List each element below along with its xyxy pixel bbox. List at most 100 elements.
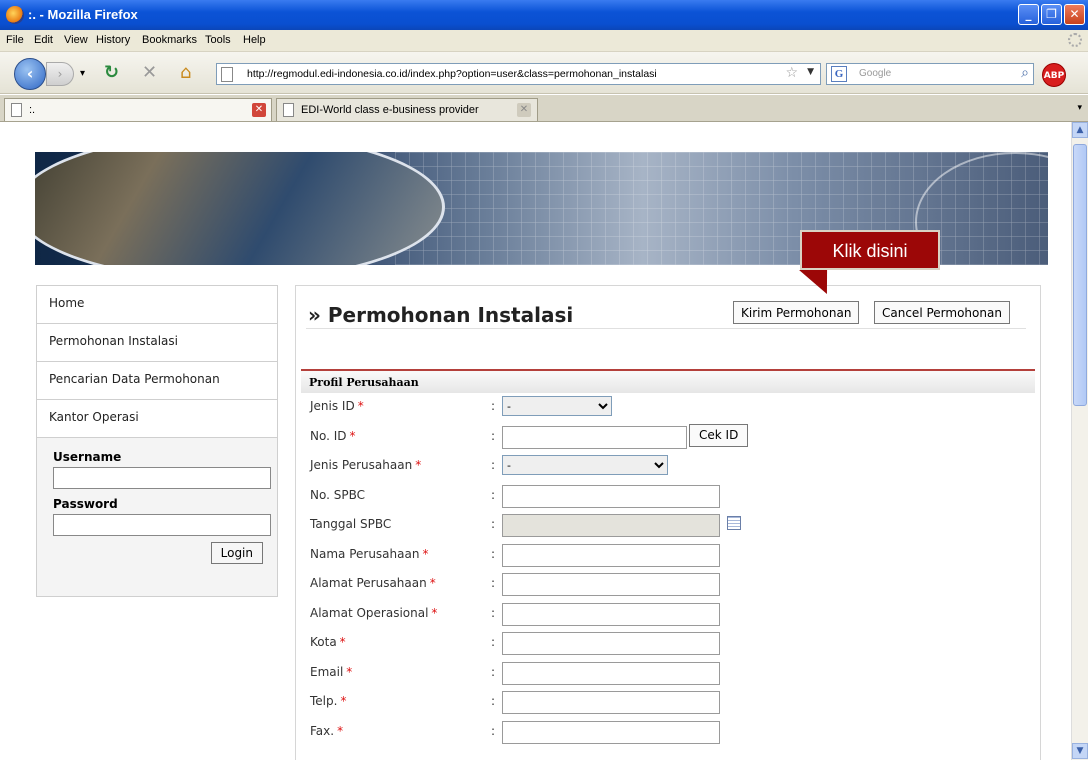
page-icon: [221, 67, 233, 82]
section-header: Profil Perusahaan: [301, 371, 1035, 393]
colon: :: [491, 635, 496, 649]
tab-label: EDI-World class e-business provider: [301, 104, 479, 116]
sidebar-item-home[interactable]: Home: [36, 285, 278, 323]
form-row: Kota *:: [301, 629, 1035, 659]
field-input[interactable]: [502, 514, 720, 537]
required-marker: *: [337, 723, 344, 738]
colon: :: [491, 605, 496, 620]
field-label: Jenis ID *: [310, 399, 364, 413]
field-label-text: Alamat Operasional: [310, 605, 429, 620]
page-icon: [11, 103, 22, 117]
field-label-text: Telp.: [310, 694, 338, 708]
menu-view[interactable]: View: [64, 34, 88, 46]
page-content: Home Permohonan Instalasi Pencarian Data…: [0, 122, 1071, 760]
menu-file[interactable]: File: [6, 34, 24, 46]
back-button[interactable]: ‹: [14, 58, 46, 90]
history-dropdown-icon[interactable]: ▾: [80, 68, 85, 79]
firefox-icon: [6, 6, 24, 24]
maximize-button[interactable]: ❐: [1041, 4, 1062, 25]
vertical-scrollbar[interactable]: ▲ ▼: [1071, 122, 1088, 760]
field-label-text: Jenis Perusahaan: [310, 458, 413, 472]
field-label: Fax. *: [310, 724, 343, 738]
stop-icon[interactable]: ✕: [142, 62, 157, 83]
field-input[interactable]: [502, 425, 687, 449]
field-input[interactable]: [502, 661, 720, 685]
field-label-text: No. SPBC: [310, 487, 365, 502]
field-label: Nama Perusahaan *: [310, 547, 428, 561]
colon: :: [491, 723, 496, 738]
home-icon[interactable]: ⌂: [180, 62, 191, 83]
sidebar-item-pencarian-data[interactable]: Pencarian Data Permohonan: [36, 361, 278, 399]
field-input[interactable]: [502, 602, 720, 626]
tab-edi[interactable]: EDI-World class e-business provider ✕: [276, 98, 538, 121]
bookmark-star-icon[interactable]: ☆: [785, 65, 798, 81]
close-tab-icon[interactable]: ✕: [252, 103, 266, 117]
callout-annotation: Klik disini: [800, 230, 940, 270]
menu-help[interactable]: Help: [243, 34, 266, 46]
required-marker: *: [431, 605, 438, 620]
field-label-text: Nama Perusahaan: [310, 546, 420, 561]
sidebar-item-permohonan-instalasi[interactable]: Permohonan Instalasi: [36, 323, 278, 361]
cancel-permohonan-button[interactable]: Cancel Permohonan: [874, 301, 1010, 324]
field-input[interactable]: [502, 691, 720, 714]
minimize-button[interactable]: _: [1018, 4, 1039, 25]
search-icon[interactable]: ⌕: [1021, 65, 1029, 81]
calendar-icon[interactable]: [727, 516, 741, 530]
field-label-text: Alamat Perusahaan: [310, 576, 427, 590]
tab-list-icon[interactable]: ▾: [1077, 103, 1082, 113]
field-input[interactable]: [502, 543, 720, 567]
field-input[interactable]: [502, 573, 720, 596]
menu-tools[interactable]: Tools: [205, 34, 231, 46]
page-title: » Permohonan Instalasi: [308, 303, 574, 327]
adblock-icon[interactable]: ABP: [1042, 63, 1066, 87]
scroll-down-icon[interactable]: ▼: [1072, 743, 1088, 759]
required-marker: *: [346, 664, 353, 679]
window-title-bar: :. - Mozilla Firefox _ ❐ ✕: [0, 0, 1088, 30]
field-label: Kota *: [310, 635, 346, 649]
kirim-permohonan-button[interactable]: Kirim Permohonan: [733, 301, 860, 324]
required-marker: *: [429, 576, 436, 590]
close-window-button[interactable]: ✕: [1064, 4, 1085, 25]
field-input[interactable]: [502, 720, 720, 744]
google-icon[interactable]: G: [831, 66, 847, 82]
menu-edit[interactable]: Edit: [34, 34, 53, 46]
login-button[interactable]: Login: [210, 542, 263, 564]
menu-bookmarks[interactable]: Bookmarks: [142, 34, 197, 46]
tab-label: :.: [29, 104, 36, 116]
required-marker: *: [340, 694, 347, 708]
search-placeholder: Google: [859, 68, 892, 79]
url-bar[interactable]: http://regmodul.edi-indonesia.co.id/inde…: [216, 63, 821, 85]
url-dropdown-icon[interactable]: ▼: [807, 67, 814, 77]
required-marker: *: [415, 458, 422, 472]
username-label: Username: [53, 450, 122, 464]
close-tab-icon[interactable]: ✕: [517, 103, 531, 117]
form-row: Telp. *:: [301, 688, 1035, 718]
field-input[interactable]: [502, 484, 720, 508]
field-select[interactable]: -: [502, 455, 668, 475]
field-input[interactable]: [502, 632, 720, 655]
field-select[interactable]: -: [502, 396, 612, 416]
field-label: Email *: [310, 665, 352, 679]
cek-id-button[interactable]: Cek ID: [689, 423, 749, 447]
colon: :: [491, 664, 496, 679]
required-marker: *: [339, 635, 346, 649]
username-input[interactable]: [53, 467, 271, 489]
field-label-text: Fax.: [310, 723, 335, 738]
sidebar: Home Permohonan Instalasi Pencarian Data…: [36, 285, 278, 597]
sidebar-item-kantor-operasi[interactable]: Kantor Operasi: [36, 399, 278, 437]
forward-button[interactable]: ›: [46, 62, 74, 86]
scroll-up-icon[interactable]: ▲: [1072, 122, 1088, 138]
search-bar[interactable]: G Google ⌕: [826, 63, 1034, 85]
reload-icon[interactable]: ↻: [104, 62, 119, 83]
colon: :: [491, 428, 496, 443]
window-title: :. - Mozilla Firefox: [28, 7, 138, 22]
password-input[interactable]: [53, 514, 271, 536]
menu-history[interactable]: History: [96, 34, 130, 46]
colon: :: [491, 458, 496, 472]
field-label: No. SPBC: [310, 488, 368, 502]
required-marker: *: [357, 399, 364, 413]
scrollbar-thumb[interactable]: [1073, 144, 1087, 406]
tab-current[interactable]: :. ✕: [4, 98, 272, 121]
field-label-text: No. ID: [310, 428, 347, 443]
form-row: No. SPBC:: [301, 481, 1035, 511]
